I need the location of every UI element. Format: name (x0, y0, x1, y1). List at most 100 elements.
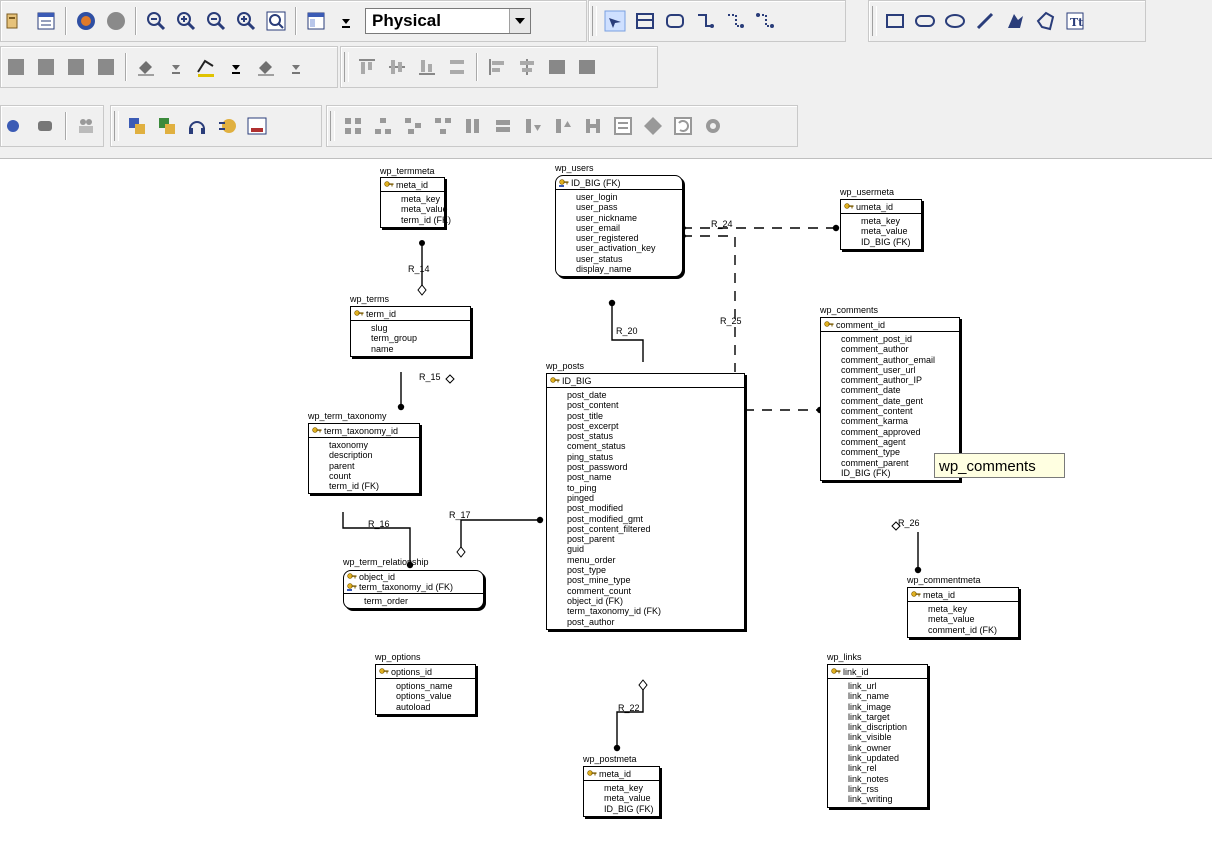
column-link-owner[interactable]: link_owner (848, 743, 927, 753)
many-to-many-icon[interactable] (752, 8, 778, 34)
column-post-content[interactable]: post_content (567, 400, 744, 410)
column-comment-id-fk[interactable]: comment_id (FK) (928, 625, 1018, 635)
column-post-modified[interactable]: post_modified (567, 503, 744, 513)
background-color-icon[interactable] (93, 54, 119, 80)
column-term-id-fk[interactable]: term_id (FK) (401, 215, 451, 225)
column-link-target[interactable]: link_target (848, 712, 927, 722)
column-link-name[interactable]: link_name (848, 691, 927, 701)
column-options-value[interactable]: options_value (396, 691, 475, 701)
column-user-registered[interactable]: user_registered (576, 233, 682, 243)
column-to-ping[interactable]: to_ping (567, 483, 744, 493)
column-parent[interactable]: parent (329, 461, 419, 471)
pen-color-icon[interactable] (193, 54, 219, 80)
entity-wp-usermeta[interactable]: umeta_id meta_key meta_value ID_BIG (FK) (840, 199, 922, 250)
users-icon[interactable] (73, 113, 99, 139)
entity-wp-postmeta[interactable]: meta_id meta_key meta_value ID_BIG (FK) (583, 766, 660, 817)
column-comment-count[interactable]: comment_count (567, 586, 744, 596)
column-comment-post-id[interactable]: comment_post_id (841, 334, 959, 344)
primary-key-row[interactable]: term_id (354, 309, 396, 319)
entity-wp-posts[interactable]: ID_BIG post_date post_content post_title pos… (546, 373, 745, 630)
entity-wp-options[interactable]: options_id options_name options_value autol… (375, 664, 476, 715)
dropdown-arrow-icon[interactable] (163, 54, 189, 80)
column-term-order[interactable]: term_order (364, 596, 483, 606)
primary-key-row[interactable]: comment_id (824, 320, 885, 330)
identifying-relationship-icon[interactable] (692, 8, 718, 34)
align-bottom-icon[interactable] (414, 54, 440, 80)
column-term-group[interactable]: term_group (371, 333, 470, 343)
primary-key-row[interactable]: term_taxonomy_id (312, 426, 398, 436)
column-user-email[interactable]: user_email (576, 223, 682, 233)
column-meta-value[interactable]: meta_value (604, 793, 659, 803)
column-coment-status[interactable]: coment_status (567, 441, 744, 451)
rectangle-icon[interactable] (882, 8, 908, 34)
column-slug[interactable]: slug (371, 323, 470, 333)
dropdown-arrow-icon[interactable] (283, 54, 309, 80)
column-menu-order[interactable]: menu_order (567, 555, 744, 565)
text-color-icon[interactable] (253, 54, 279, 80)
layout-rows-icon[interactable] (490, 113, 516, 139)
zoom-fit-icon[interactable] (203, 8, 229, 34)
toolbar-grip[interactable] (114, 111, 119, 141)
column-link-url[interactable]: link_url (848, 681, 927, 691)
align-right-icon[interactable] (544, 54, 570, 80)
column-post-excerpt[interactable]: post_excerpt (567, 421, 744, 431)
align-top-icon[interactable] (354, 54, 380, 80)
fill-color-icon[interactable] (3, 54, 29, 80)
column-display-name[interactable]: display_name (576, 264, 682, 274)
h-layout-icon[interactable] (580, 113, 606, 139)
toolbar-grip[interactable] (330, 111, 335, 141)
column-post-password[interactable]: post_password (567, 462, 744, 472)
align-left-icon[interactable] (484, 54, 510, 80)
align-center-icon[interactable] (514, 54, 540, 80)
primary-key-row[interactable]: term_taxonomy_id (FK) (347, 582, 453, 592)
column-link-visible[interactable]: link_visible (848, 732, 927, 742)
primary-key-row[interactable]: link_id (831, 667, 869, 677)
column-term-id-fk[interactable]: term_id (FK) (329, 481, 419, 491)
column-link-writing[interactable]: link_writing (848, 794, 927, 804)
column-name[interactable]: name (371, 344, 470, 354)
column-meta-value[interactable]: meta_value (401, 204, 448, 214)
primary-key-row[interactable]: ID_BIG (FK) (559, 178, 621, 188)
entity-wp-term-relationship[interactable]: object_id term_taxonomy_id (FK) term_order (343, 570, 484, 610)
column-post-content-filtered[interactable]: post_content_filtered (567, 524, 744, 534)
column-meta-value[interactable]: meta_value (928, 614, 1018, 624)
move-up-icon[interactable] (550, 113, 576, 139)
column-id-big-fk[interactable]: ID_BIG (FK) (604, 804, 659, 814)
undo-layout-icon[interactable] (670, 113, 696, 139)
entity-wp-term-taxonomy[interactable]: term_taxonomy_id taxonomy description paren… (308, 423, 420, 495)
layout-orthogonal-icon[interactable] (400, 113, 426, 139)
navigator-icon[interactable] (214, 113, 240, 139)
toolbar-grip[interactable] (592, 6, 597, 36)
fill-bucket-icon[interactable] (133, 54, 159, 80)
column-meta-key[interactable]: meta_key (928, 604, 1018, 614)
column-comment-approved[interactable]: comment_approved (841, 427, 959, 437)
column-meta-value[interactable]: meta_value (861, 226, 921, 236)
column-comment-date[interactable]: comment_date (841, 385, 959, 395)
column-post-status[interactable]: post_status (567, 431, 744, 441)
primary-key-row[interactable]: meta_id (911, 590, 955, 600)
column-user-activation-key[interactable]: user_activation_key (576, 243, 682, 253)
column-comment-author[interactable]: comment_author (841, 344, 959, 354)
text-icon[interactable]: Tt (1062, 8, 1088, 34)
column-link-rel[interactable]: link_rel (848, 763, 927, 773)
line-color-icon[interactable] (33, 54, 59, 80)
column-post-date[interactable]: post_date (567, 390, 744, 400)
column-id-big-fk[interactable]: ID_BIG (FK) (861, 237, 921, 247)
column-post-type[interactable]: post_type (567, 565, 744, 575)
primary-key-row[interactable]: object_id (347, 572, 453, 582)
column-object-id-fk[interactable]: object_id (FK) (567, 596, 744, 606)
zoom-in-icon[interactable] (173, 8, 199, 34)
column-comment-content[interactable]: comment_content (841, 406, 959, 416)
zoom-area-icon[interactable] (263, 8, 289, 34)
database-icon[interactable] (3, 113, 29, 139)
zoom-100-icon[interactable] (233, 8, 259, 34)
column-post-title[interactable]: post_title (567, 411, 744, 421)
pointer-icon[interactable] (602, 8, 628, 34)
entity-icon[interactable] (632, 8, 658, 34)
stop-icon[interactable] (103, 8, 129, 34)
column-meta-key[interactable]: meta_key (861, 216, 921, 226)
column-autoload[interactable]: autoload (396, 702, 475, 712)
column-post-mine-type[interactable]: post_mine_type (567, 575, 744, 585)
display-level-icon[interactable] (303, 8, 329, 34)
view-icon[interactable] (662, 8, 688, 34)
